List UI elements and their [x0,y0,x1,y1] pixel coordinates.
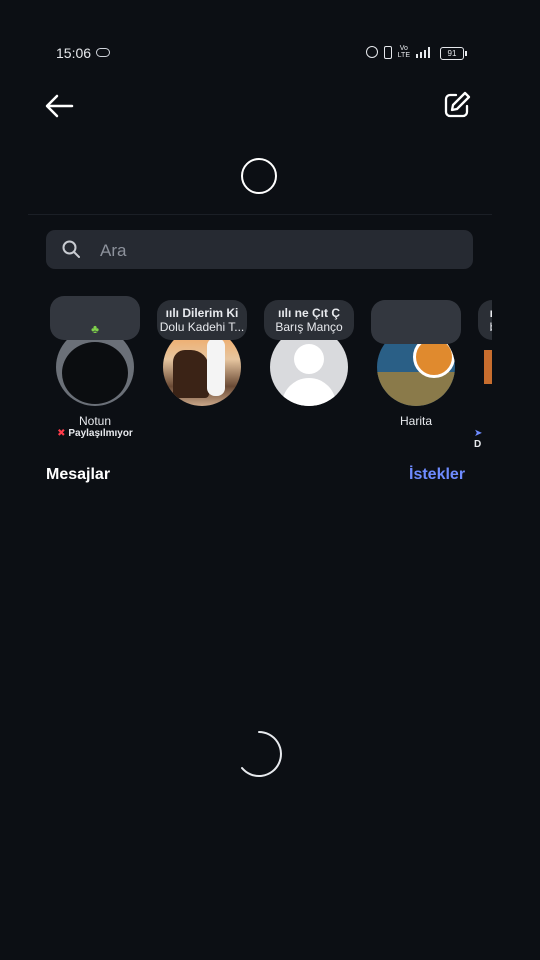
avatar [484,350,492,384]
status-time: 15:06 [56,45,92,61]
note-bubble: ♣ [50,296,140,340]
note-status: ➤ D [474,428,483,450]
messages-title: Mesajlar [46,466,111,483]
battery-icon: 91 [440,47,467,60]
notes-tray: ♣ Notun ✖ Paylaşılmıyor ıılı Dilerim Ki … [0,290,492,450]
music-bars-icon: ıılı [165,306,183,320]
note-bubble [371,300,461,344]
note-bubble: ıılı ne Çıt Ç Barış Manço [264,300,354,340]
note-item-partial[interactable]: ııb ➤ D [468,290,492,450]
loading-spinner-icon [241,731,282,777]
search-bar[interactable] [46,230,473,271]
compose-button[interactable] [442,90,472,120]
note-bubble: ııb [478,300,492,340]
search-input[interactable] [98,230,462,271]
vibrate-icon [383,45,392,59]
music-bars-icon: ıılı [277,306,295,320]
sync-icon [96,48,110,57]
note-item-own[interactable]: ♣ Notun ✖ Paylaşılmıyor [40,290,150,440]
note-name: Harita [399,414,432,428]
search-icon [62,240,80,258]
arrow-left-icon [45,94,74,118]
requests-link[interactable]: İstekler [409,466,465,484]
header-divider [28,214,492,215]
status-icons: Vo LTE [365,45,430,59]
note-status: ✖ Paylaşılmıyor [57,428,133,439]
back-button[interactable] [42,90,76,122]
note-item-map[interactable]: Harita [361,290,471,440]
note-name: Notun [78,414,112,428]
note-item-music-2[interactable]: ıılı ne Çıt Ç Barış Manço [254,290,364,440]
signal-icon [416,46,430,58]
loading-spinner [241,158,277,194]
edit-square-icon [444,91,471,118]
volte-icon: Vo LTE [397,45,410,59]
note-item-music-1[interactable]: ıılı Dilerim Ki Dolu Kadehi T... [147,290,257,440]
note-bubble: ıılı Dilerim Ki Dolu Kadehi T... [157,300,247,340]
alarm-icon [365,46,378,58]
